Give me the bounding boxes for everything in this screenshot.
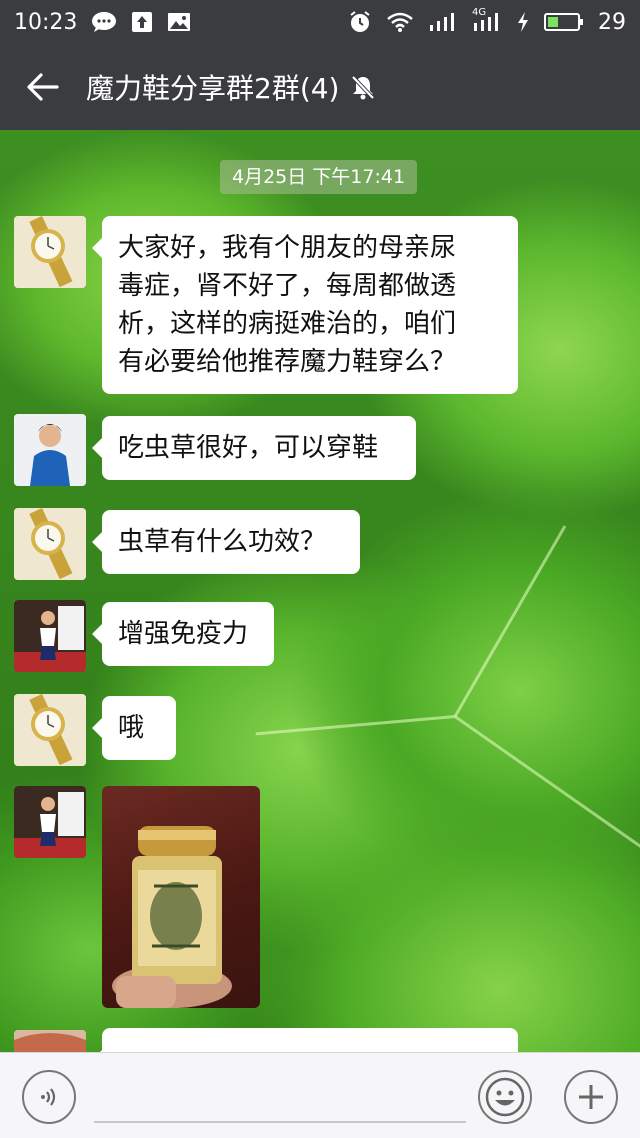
status-left: 10:23 [14, 10, 191, 35]
status-time: 10:23 [14, 9, 78, 35]
chat-title-group[interactable]: 魔力鞋分享群2群(4) [86, 67, 377, 107]
battery-icon [544, 11, 584, 33]
message-timestamp: 4月25日 下午17:41 [220, 160, 418, 194]
4g-signal-icon: 4G [472, 7, 502, 33]
message-text-line: 毒症，肾不好了，每周都做透 [118, 271, 457, 301]
battery-level: 29 [598, 9, 626, 35]
woman-red-avatar [14, 786, 86, 858]
upload-icon [131, 11, 153, 33]
message-text: 吃虫草很好，可以穿鞋 [118, 433, 379, 463]
avatar-partial-icon [14, 1030, 86, 1052]
message-text: 增强免疫力 [118, 619, 249, 649]
back-button[interactable] [0, 44, 86, 130]
message-bubble[interactable]: 增强免疫力 [92, 602, 274, 666]
emoji-button[interactable] [478, 1070, 532, 1124]
more-button[interactable] [564, 1070, 618, 1124]
message-text: 哦 [118, 713, 145, 743]
message-text-line: 大家好，我有个朋友的母亲尿 [118, 233, 457, 263]
image-message[interactable] [102, 786, 260, 1008]
message-bubble[interactable]: 虫草有什么功效？ [92, 510, 360, 574]
message-bubble[interactable]: 大家好，我有个朋友的母亲尿 毒症，肾不好了，每周都做透 析，这样的病挺难治的，咱… [92, 216, 518, 394]
chat-header: 魔力鞋分享群2群(4) [0, 44, 640, 130]
avatar-watch[interactable] [14, 216, 86, 288]
status-right: 4G 29 [348, 7, 626, 35]
watch-avatar [14, 216, 86, 288]
message-text-line: 有必要给他推荐魔力鞋穿么？ [118, 347, 457, 377]
voice-button[interactable] [22, 1070, 76, 1124]
avatar-partial[interactable] [14, 1030, 86, 1052]
alarm-icon [348, 10, 372, 34]
network-label: 4G [472, 7, 487, 18]
voice-icon [41, 1088, 56, 1106]
message-bubble[interactable]: 吃虫草很好，可以穿鞋 [92, 416, 416, 480]
image-icon [167, 11, 191, 33]
back-arrow-icon [27, 73, 59, 101]
signal-icon [428, 11, 458, 33]
input-bar [0, 1052, 640, 1138]
chat-title: 魔力鞋分享群2群(4) [86, 72, 340, 105]
cordyceps-capsule-bottle-photo [112, 826, 232, 1008]
avatar-woman-red[interactable] [14, 600, 86, 672]
avatar-watch[interactable] [14, 694, 86, 766]
plus-icon [579, 1085, 603, 1109]
wifi-icon [386, 11, 414, 33]
woman-blue-avatar [14, 414, 86, 486]
charging-icon [516, 11, 530, 33]
status-bar: 10:23 4G 29 [0, 0, 640, 44]
watch-avatar [14, 694, 86, 766]
watch-avatar [14, 508, 86, 580]
avatar-woman-blue[interactable] [14, 414, 86, 486]
message-bubble-partial[interactable] [92, 1028, 518, 1052]
background-decoration [453, 525, 567, 718]
message-text: 虫草有什么功效？ [118, 527, 327, 557]
chat-area[interactable]: 4月25日 下午17:41 大家好，我有个朋友的母亲尿 毒症，肾不好了，每周都做… [0, 130, 640, 1052]
bell-muted-icon [352, 75, 375, 100]
chat-bubble-icon [91, 11, 117, 33]
background-decoration [454, 715, 640, 850]
woman-red-avatar [14, 600, 86, 672]
avatar-woman-red[interactable] [14, 786, 86, 858]
avatar-watch[interactable] [14, 508, 86, 580]
message-input[interactable] [94, 1121, 466, 1123]
message-text-line: 析，这样的病挺难治的，咱们 [118, 309, 457, 339]
message-bubble[interactable]: 哦 [92, 696, 176, 760]
emoji-icon [485, 1077, 525, 1117]
background-decoration [255, 715, 456, 736]
